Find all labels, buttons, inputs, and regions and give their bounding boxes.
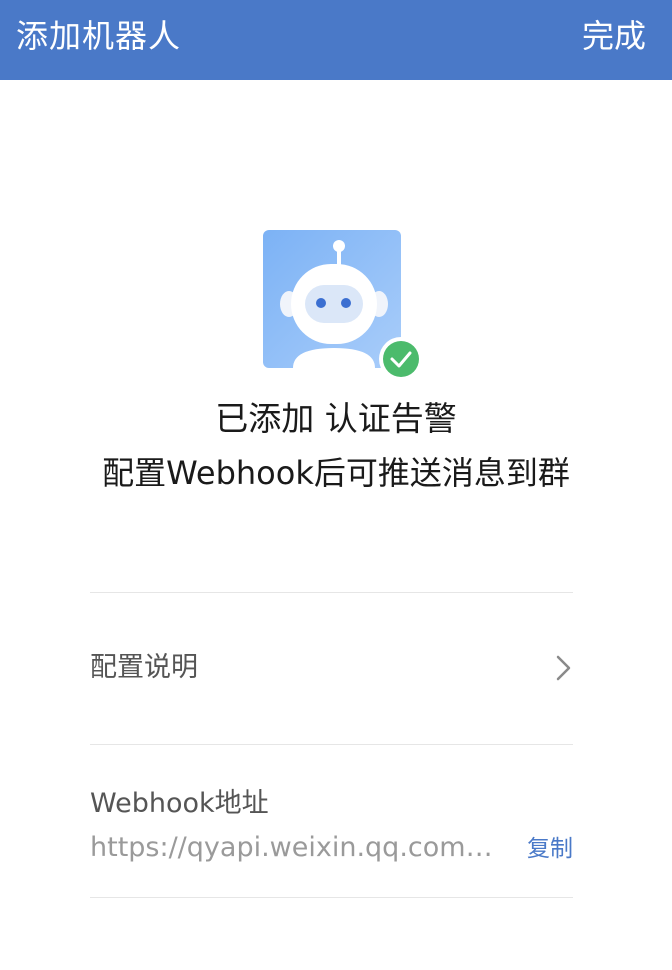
added-status-text: 已添加 认证告警	[215, 399, 457, 438]
webhook-address-label: Webhook地址	[90, 788, 269, 819]
robot-avatar	[263, 230, 423, 381]
config-instructions-label: 配置说明	[90, 652, 198, 683]
copy-button[interactable]: 复制	[527, 830, 573, 868]
divider	[90, 897, 573, 898]
webhook-url-text: https://qyapi.weixin.qq.com/c…	[90, 832, 500, 863]
page-title: 添加机器人	[16, 17, 182, 55]
webhook-hint-text: 配置Webhook后可推送消息到群	[102, 454, 570, 492]
config-instructions-row[interactable]: 配置说明	[90, 592, 573, 744]
divider	[90, 744, 573, 745]
check-circle-icon	[379, 337, 423, 381]
chevron-right-icon	[556, 655, 571, 681]
done-button[interactable]: 完成	[582, 16, 646, 56]
top-bar: 添加机器人 完成	[0, 0, 672, 80]
